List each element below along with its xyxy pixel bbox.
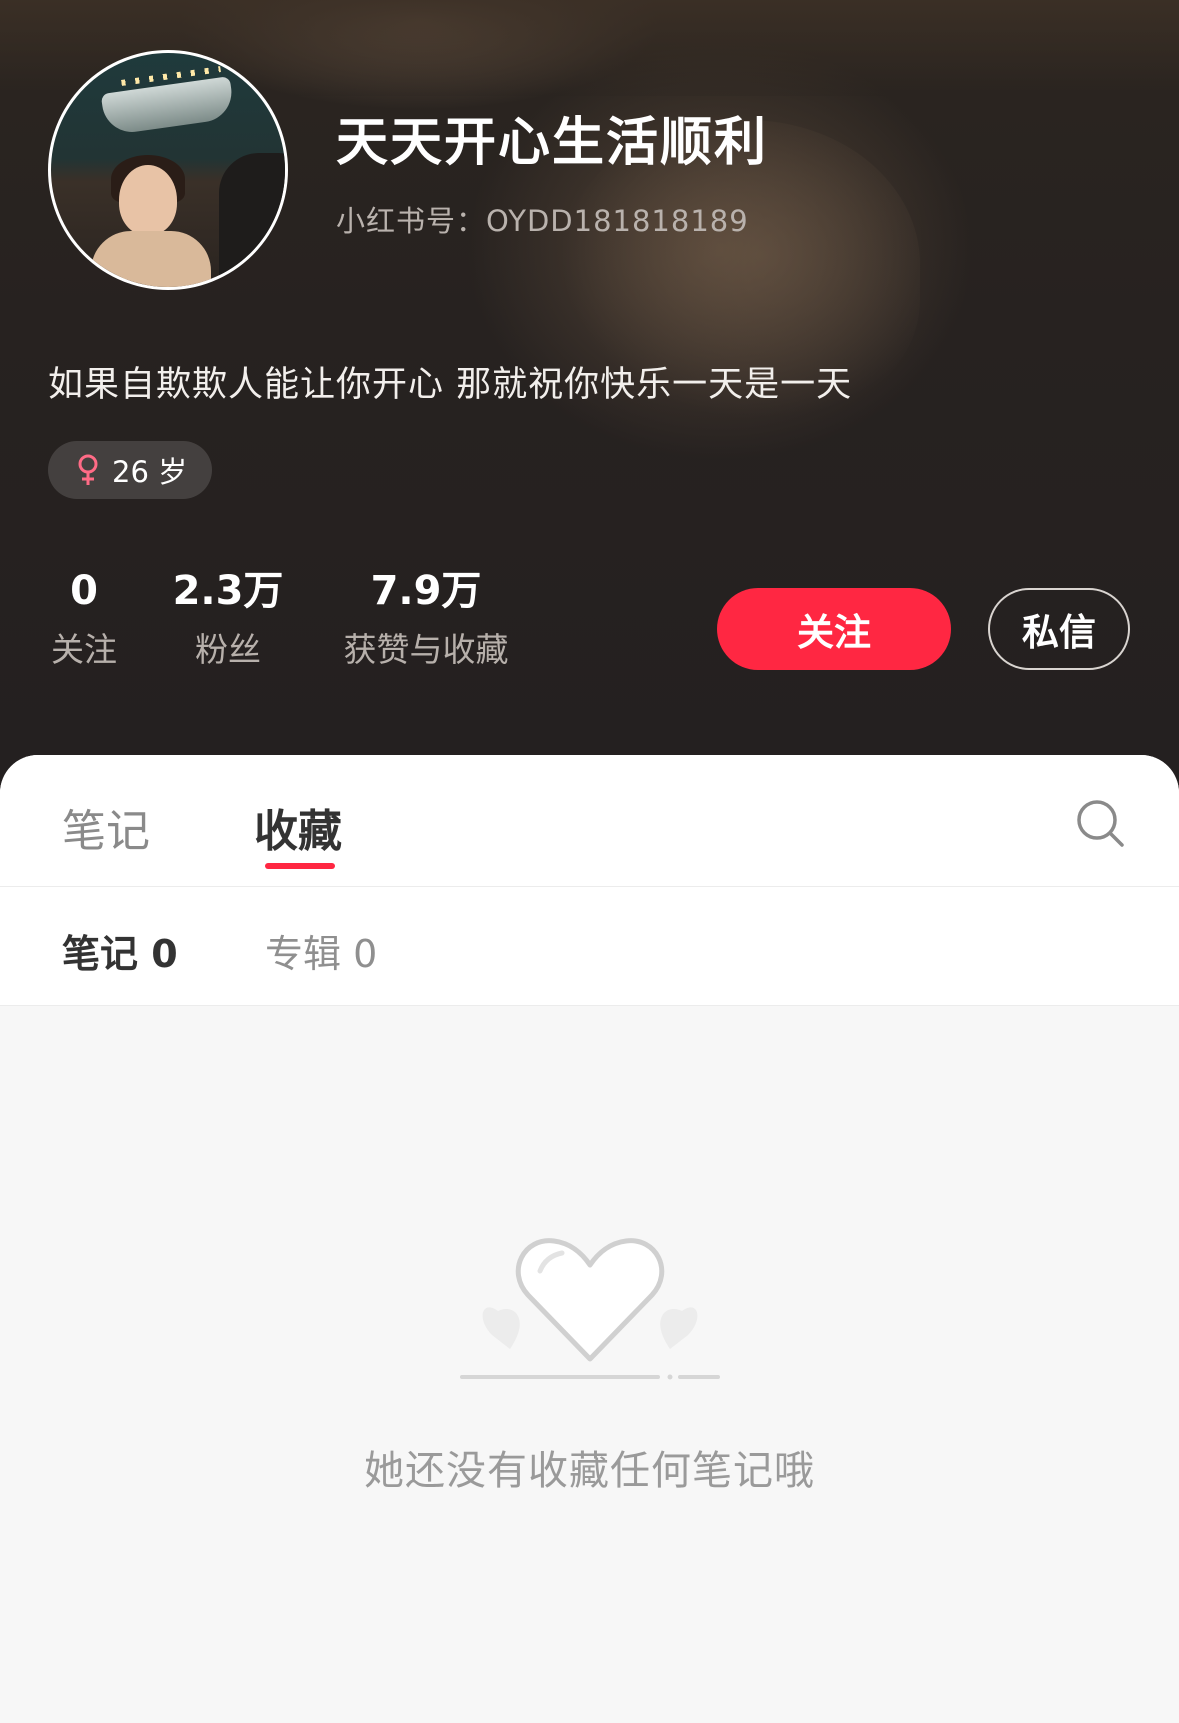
follow-button[interactable]: 关注 xyxy=(717,588,951,670)
subtab-bar: 笔记 0 专辑 0 xyxy=(0,887,1179,1006)
empty-message: 她还没有收藏任何笔记哦 xyxy=(364,1448,815,1494)
heart-icon xyxy=(460,1238,720,1380)
stat-following-label: 关注 xyxy=(51,630,117,669)
tab-bar: 笔记 收藏 xyxy=(0,755,1179,887)
profile-header: 天天开心生活顺利 小红书号：OYDD181818189 如果自欺欺人能让你开心 … xyxy=(0,0,1179,790)
stat-likes-value: 7.9万 xyxy=(370,568,482,614)
tab-notes[interactable]: 笔记 xyxy=(62,795,150,859)
subtab-notes[interactable]: 笔记 0 xyxy=(62,923,178,978)
message-button[interactable]: 私信 xyxy=(988,588,1130,670)
content-panel: 笔记 收藏 笔记 0 专辑 0 她还没有收藏任何笔记哦 xyxy=(0,755,1179,1723)
empty-state: 她还没有收藏任何笔记哦 xyxy=(0,1006,1179,1723)
avatar[interactable] xyxy=(48,50,288,290)
subtab-albums[interactable]: 专辑 0 xyxy=(265,923,377,978)
tab-active-indicator xyxy=(265,863,335,869)
age-text: 26 岁 xyxy=(112,455,188,489)
tab-collections[interactable]: 收藏 xyxy=(254,795,342,859)
search-icon[interactable] xyxy=(1074,797,1126,849)
redid: 小红书号：OYDD181818189 xyxy=(336,204,749,238)
stat-followers-label: 粉丝 xyxy=(195,630,261,669)
stat-likes-label: 获赞与收藏 xyxy=(343,630,509,669)
username: 天天开心生活顺利 xyxy=(336,113,769,173)
bio: 如果自欺欺人能让你开心 那就祝你快乐一天是一天 xyxy=(48,365,853,405)
stat-followers-value: 2.3万 xyxy=(172,568,284,614)
stat-following-value: 0 xyxy=(70,568,98,614)
stat-following[interactable]: 0 关注 xyxy=(48,565,120,671)
stat-followers[interactable]: 2.3万 粉丝 xyxy=(168,565,288,671)
age-tag: 26 岁 xyxy=(48,441,212,499)
stat-likes[interactable]: 7.9万 获赞与收藏 xyxy=(336,565,516,671)
female-icon xyxy=(78,454,98,485)
